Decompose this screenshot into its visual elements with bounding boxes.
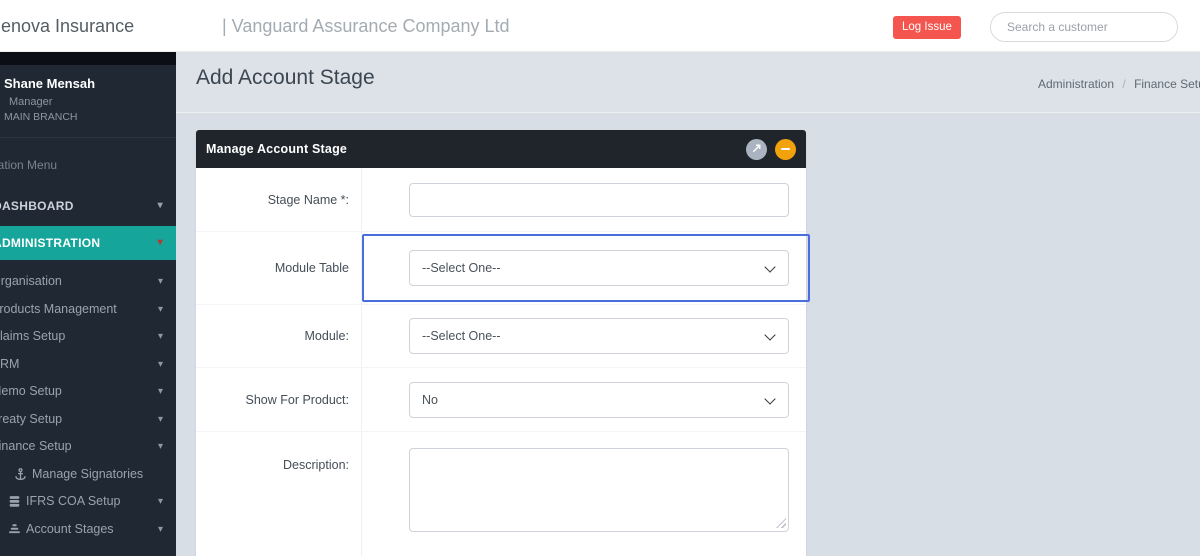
user-panel: Shane Mensah Manager MAIN BRANCH: [0, 65, 176, 123]
sidebar-item-products-management[interactable]: Products Management ▾: [0, 296, 176, 324]
collapse-button[interactable]: [775, 139, 796, 160]
sidebar-item-dashboard[interactable]: DASHBOARD ▾: [0, 188, 176, 224]
breadcrumb-administration[interactable]: Administration: [1038, 77, 1114, 91]
sidebar-item-memo-setup[interactable]: Memo Setup ▾: [0, 378, 176, 406]
expand-icon: [751, 142, 762, 157]
page-title: Add Account Stage: [196, 66, 375, 90]
expand-button[interactable]: [746, 139, 767, 160]
stage-name-input[interactable]: [409, 183, 789, 217]
collapse-icon: [781, 148, 790, 150]
module-table-select[interactable]: --Select One--: [409, 250, 789, 286]
customer-search-input[interactable]: [990, 12, 1178, 42]
sidebar-top-strip: [0, 52, 176, 65]
form-row-module-table: Module Table --Select One--: [196, 232, 806, 305]
sidebar: Shane Mensah Manager MAIN BRANCH Navigat…: [0, 52, 176, 556]
caret-down-icon: ▾: [158, 406, 163, 434]
module-label: Module:: [196, 305, 362, 367]
chevron-down-icon: [764, 393, 775, 404]
chevron-down-icon: [764, 261, 775, 272]
description-textarea[interactable]: [409, 448, 789, 532]
caret-down-icon: ▾: [158, 516, 163, 544]
caret-down-icon: ▾: [158, 226, 163, 260]
caret-down-icon: ▾: [158, 188, 163, 224]
user-role: Manager: [9, 96, 172, 108]
stage-name-label: Stage Name *:: [196, 168, 362, 231]
sidebar-item-account-stages[interactable]: Account Stages ▾: [0, 516, 176, 544]
page-header: Add Account Stage Administration / Finan…: [176, 52, 1200, 113]
breadcrumb-finance-setup[interactable]: Finance Setup: [1134, 77, 1200, 91]
sidebar-item-administration[interactable]: ADMINISTRATION ▾: [0, 226, 176, 260]
caret-down-icon: ▾: [158, 268, 163, 296]
sidebar-item-claims-setup[interactable]: Claims Setup ▾: [0, 323, 176, 351]
caret-down-icon: ▾: [158, 378, 163, 406]
nav-section-header: Navigation Menu: [0, 138, 176, 178]
form-row-show-for-product: Show For Product: No: [196, 368, 806, 432]
description-label: Description:: [196, 432, 362, 556]
chevron-down-icon: [764, 329, 775, 340]
stages-icon: [8, 523, 21, 536]
user-branch: MAIN BRANCH: [4, 111, 172, 123]
show-for-product-select[interactable]: No: [409, 382, 789, 418]
form-row-description: Description:: [196, 432, 806, 556]
manage-account-stage-panel: Manage Account Stage Stage Name *: Modul…: [196, 130, 806, 556]
database-icon: [8, 495, 21, 508]
log-issue-button[interactable]: Log Issue: [893, 16, 961, 39]
caret-down-icon: ▾: [158, 351, 163, 379]
anchor-icon: [14, 468, 27, 481]
show-for-product-label: Show For Product:: [196, 368, 362, 431]
brand-logo: Genova Insurance: [0, 0, 190, 52]
breadcrumb-separator: /: [1122, 77, 1125, 91]
sidebar-item-organisation[interactable]: Organisation ▾: [0, 268, 176, 296]
user-name: Shane Mensah: [4, 76, 172, 91]
module-table-label: Module Table: [196, 232, 362, 304]
caret-down-icon: ▾: [158, 323, 163, 351]
company-title: | Vanguard Assurance Company Ltd: [222, 0, 510, 52]
module-select[interactable]: --Select One--: [409, 318, 789, 354]
form-row-module: Module: --Select One--: [196, 305, 806, 368]
top-header: Genova Insurance | Vanguard Assurance Co…: [0, 0, 1200, 52]
caret-down-icon: ▾: [158, 488, 163, 516]
sidebar-item-treaty-setup[interactable]: Treaty Setup ▾: [0, 406, 176, 434]
caret-down-icon: ▾: [158, 296, 163, 324]
sidebar-item-ifrs-coa-setup[interactable]: IFRS COA Setup ▾: [0, 488, 176, 516]
panel-tools: [746, 139, 796, 160]
brand-text: Genova Insurance: [0, 0, 134, 52]
panel-title: Manage Account Stage: [206, 142, 347, 156]
form-row-stage-name: Stage Name *:: [196, 168, 806, 232]
sidebar-item-finance-setup[interactable]: Finance Setup ▾: [0, 433, 176, 461]
sidebar-item-crm[interactable]: CRM ▾: [0, 351, 176, 379]
caret-down-icon: ▾: [158, 433, 163, 461]
panel-header: Manage Account Stage: [196, 130, 806, 168]
sidebar-item-manage-signatories[interactable]: Manage Signatories: [0, 461, 176, 489]
breadcrumb: Administration / Finance Setup: [1038, 77, 1200, 91]
